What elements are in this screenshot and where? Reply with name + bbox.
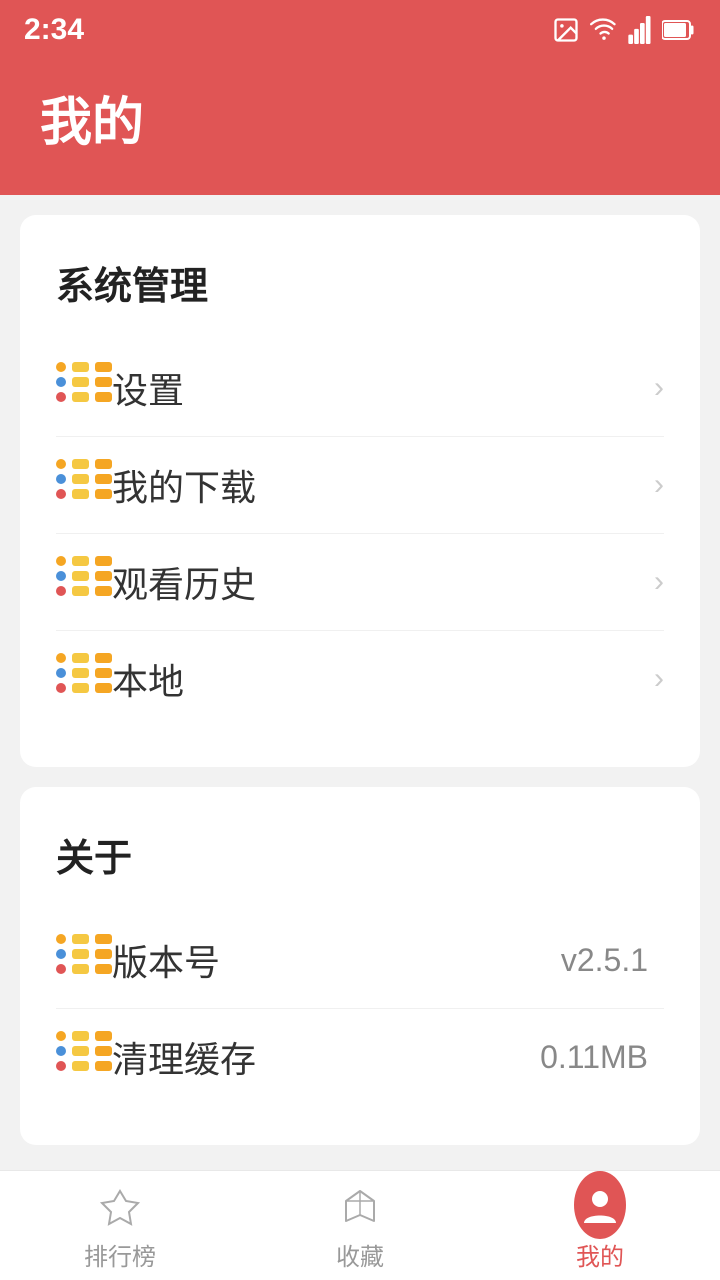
version-icon (56, 934, 112, 986)
local-label: 本地 (112, 653, 654, 705)
battery-icon (662, 18, 696, 42)
history-chevron: › (654, 565, 664, 599)
wifi-icon (590, 16, 618, 44)
page-title: 我的 (40, 80, 680, 155)
favorites-nav-label: 收藏 (336, 1237, 384, 1272)
main-content: 系统管理 设置 › 我的下载 › (0, 195, 720, 1280)
image-icon (552, 16, 580, 44)
downloads-chevron: › (654, 468, 664, 502)
cache-item[interactable]: 清理缓存 0.11MB (56, 1009, 664, 1105)
about-section-title: 关于 (56, 827, 664, 882)
version-value: v2.5.1 (561, 942, 648, 979)
status-time: 2:34 (24, 13, 84, 47)
local-chevron: › (654, 662, 664, 696)
settings-label: 设置 (112, 362, 654, 414)
downloads-icon (56, 459, 112, 511)
downloads-label: 我的下载 (112, 459, 654, 511)
local-icon (56, 653, 112, 705)
signal-icon (628, 16, 652, 44)
cache-icon (56, 1031, 112, 1083)
status-bar: 2:34 (0, 0, 720, 60)
settings-icon (56, 362, 112, 414)
ranking-nav-label: 排行榜 (84, 1237, 156, 1272)
system-management-card: 系统管理 设置 › 我的下载 › (20, 215, 700, 767)
about-card: 关于 版本号 v2.5.1 清理缓存 0.11MB (20, 787, 700, 1145)
system-section-title: 系统管理 (56, 255, 664, 310)
history-icon (56, 556, 112, 608)
cache-label: 清理缓存 (112, 1031, 540, 1083)
bottom-navigation: 排行榜 收藏 我的 (0, 1170, 720, 1280)
status-icons (552, 16, 696, 44)
favorites-icon (334, 1179, 386, 1231)
nav-item-favorites[interactable]: 收藏 (260, 1179, 460, 1272)
cache-value: 0.11MB (540, 1039, 648, 1076)
nav-item-ranking[interactable]: 排行榜 (20, 1179, 220, 1272)
mine-nav-label: 我的 (576, 1237, 624, 1272)
downloads-item[interactable]: 我的下载 › (56, 437, 664, 534)
page-header: 我的 (0, 60, 720, 195)
history-label: 观看历史 (112, 556, 654, 608)
mine-icon (574, 1179, 626, 1231)
nav-item-mine[interactable]: 我的 (500, 1179, 700, 1272)
version-item[interactable]: 版本号 v2.5.1 (56, 912, 664, 1009)
version-label: 版本号 (112, 934, 561, 986)
local-item[interactable]: 本地 › (56, 631, 664, 727)
history-item[interactable]: 观看历史 › (56, 534, 664, 631)
settings-item[interactable]: 设置 › (56, 340, 664, 437)
ranking-icon (94, 1179, 146, 1231)
settings-chevron: › (654, 371, 664, 405)
